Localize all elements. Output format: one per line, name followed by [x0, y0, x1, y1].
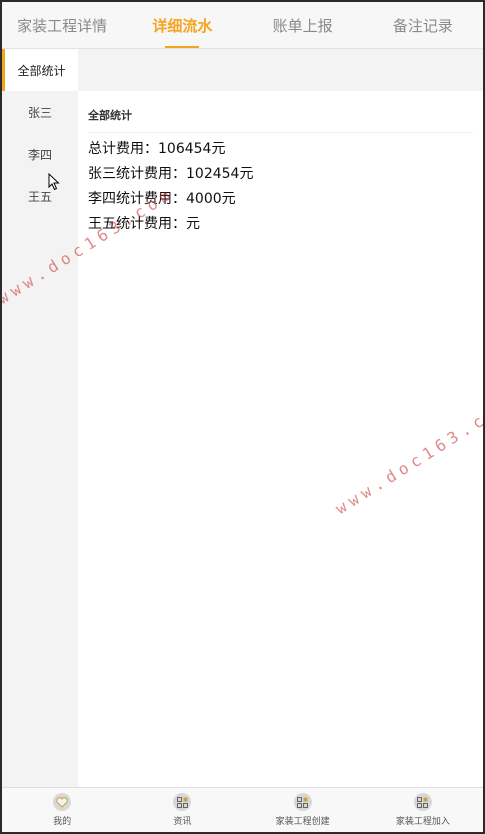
- tab-remarks[interactable]: 备注记录: [363, 2, 483, 48]
- nav-item-create-project[interactable]: 家装工程创建: [243, 788, 363, 832]
- content-panel: 全部统计 总计费用：106454元 张三统计费用：102454元 李四统计费用：…: [78, 49, 483, 787]
- nav-label-news: 资讯: [173, 817, 192, 827]
- stat-zhangsan: 张三统计费用：102454元: [88, 166, 254, 182]
- sidebar-item-wangwu[interactable]: 王五: [2, 175, 78, 217]
- stat-total: 总计费用：106454元: [88, 141, 226, 157]
- nav-label-join-project: 家装工程加入: [395, 817, 450, 827]
- tab-detailed-flow[interactable]: 详细流水: [122, 2, 242, 48]
- grid-icon: [293, 793, 312, 811]
- content-header-strip: [78, 49, 483, 91]
- stat-lisi: 李四统计费用：4000元: [88, 191, 236, 207]
- bottom-nav: 我的 资讯 家装工程创建 家装工程加入: [2, 787, 483, 832]
- nav-item-mine[interactable]: 我的: [2, 788, 122, 832]
- nav-item-news[interactable]: 资讯: [122, 788, 242, 832]
- nav-label-create-project: 家装工程创建: [275, 817, 330, 827]
- nav-item-join-project[interactable]: 家装工程加入: [363, 788, 483, 832]
- tab-project-details[interactable]: 家装工程详情: [2, 2, 122, 48]
- sidebar-item-lisi[interactable]: 李四: [2, 133, 78, 175]
- grid-icon: [413, 793, 432, 811]
- mouse-cursor-icon: [48, 172, 60, 195]
- stat-wangwu: 王五统计费用：元: [88, 216, 200, 232]
- section-title: 全部统计: [88, 107, 473, 133]
- heart-icon: [53, 793, 72, 811]
- tab-bill-report[interactable]: 账单上报: [243, 2, 363, 48]
- sidebar-item-all-stats[interactable]: 全部统计: [2, 49, 78, 91]
- nav-label-mine: 我的: [53, 817, 72, 827]
- sidebar-item-zhangsan[interactable]: 张三: [2, 91, 78, 133]
- sidebar: 全部统计 张三 李四 王五: [2, 49, 78, 787]
- top-tab-bar: 家装工程详情 详细流水 账单上报 备注记录: [2, 2, 483, 49]
- app-frame: 家装工程详情 详细流水 账单上报 备注记录 全部统计 张三 李四 王五 全部统计…: [2, 2, 483, 832]
- grid-icon: [173, 793, 192, 811]
- stats-list: 总计费用：106454元 张三统计费用：102454元 李四统计费用：4000元…: [78, 137, 483, 237]
